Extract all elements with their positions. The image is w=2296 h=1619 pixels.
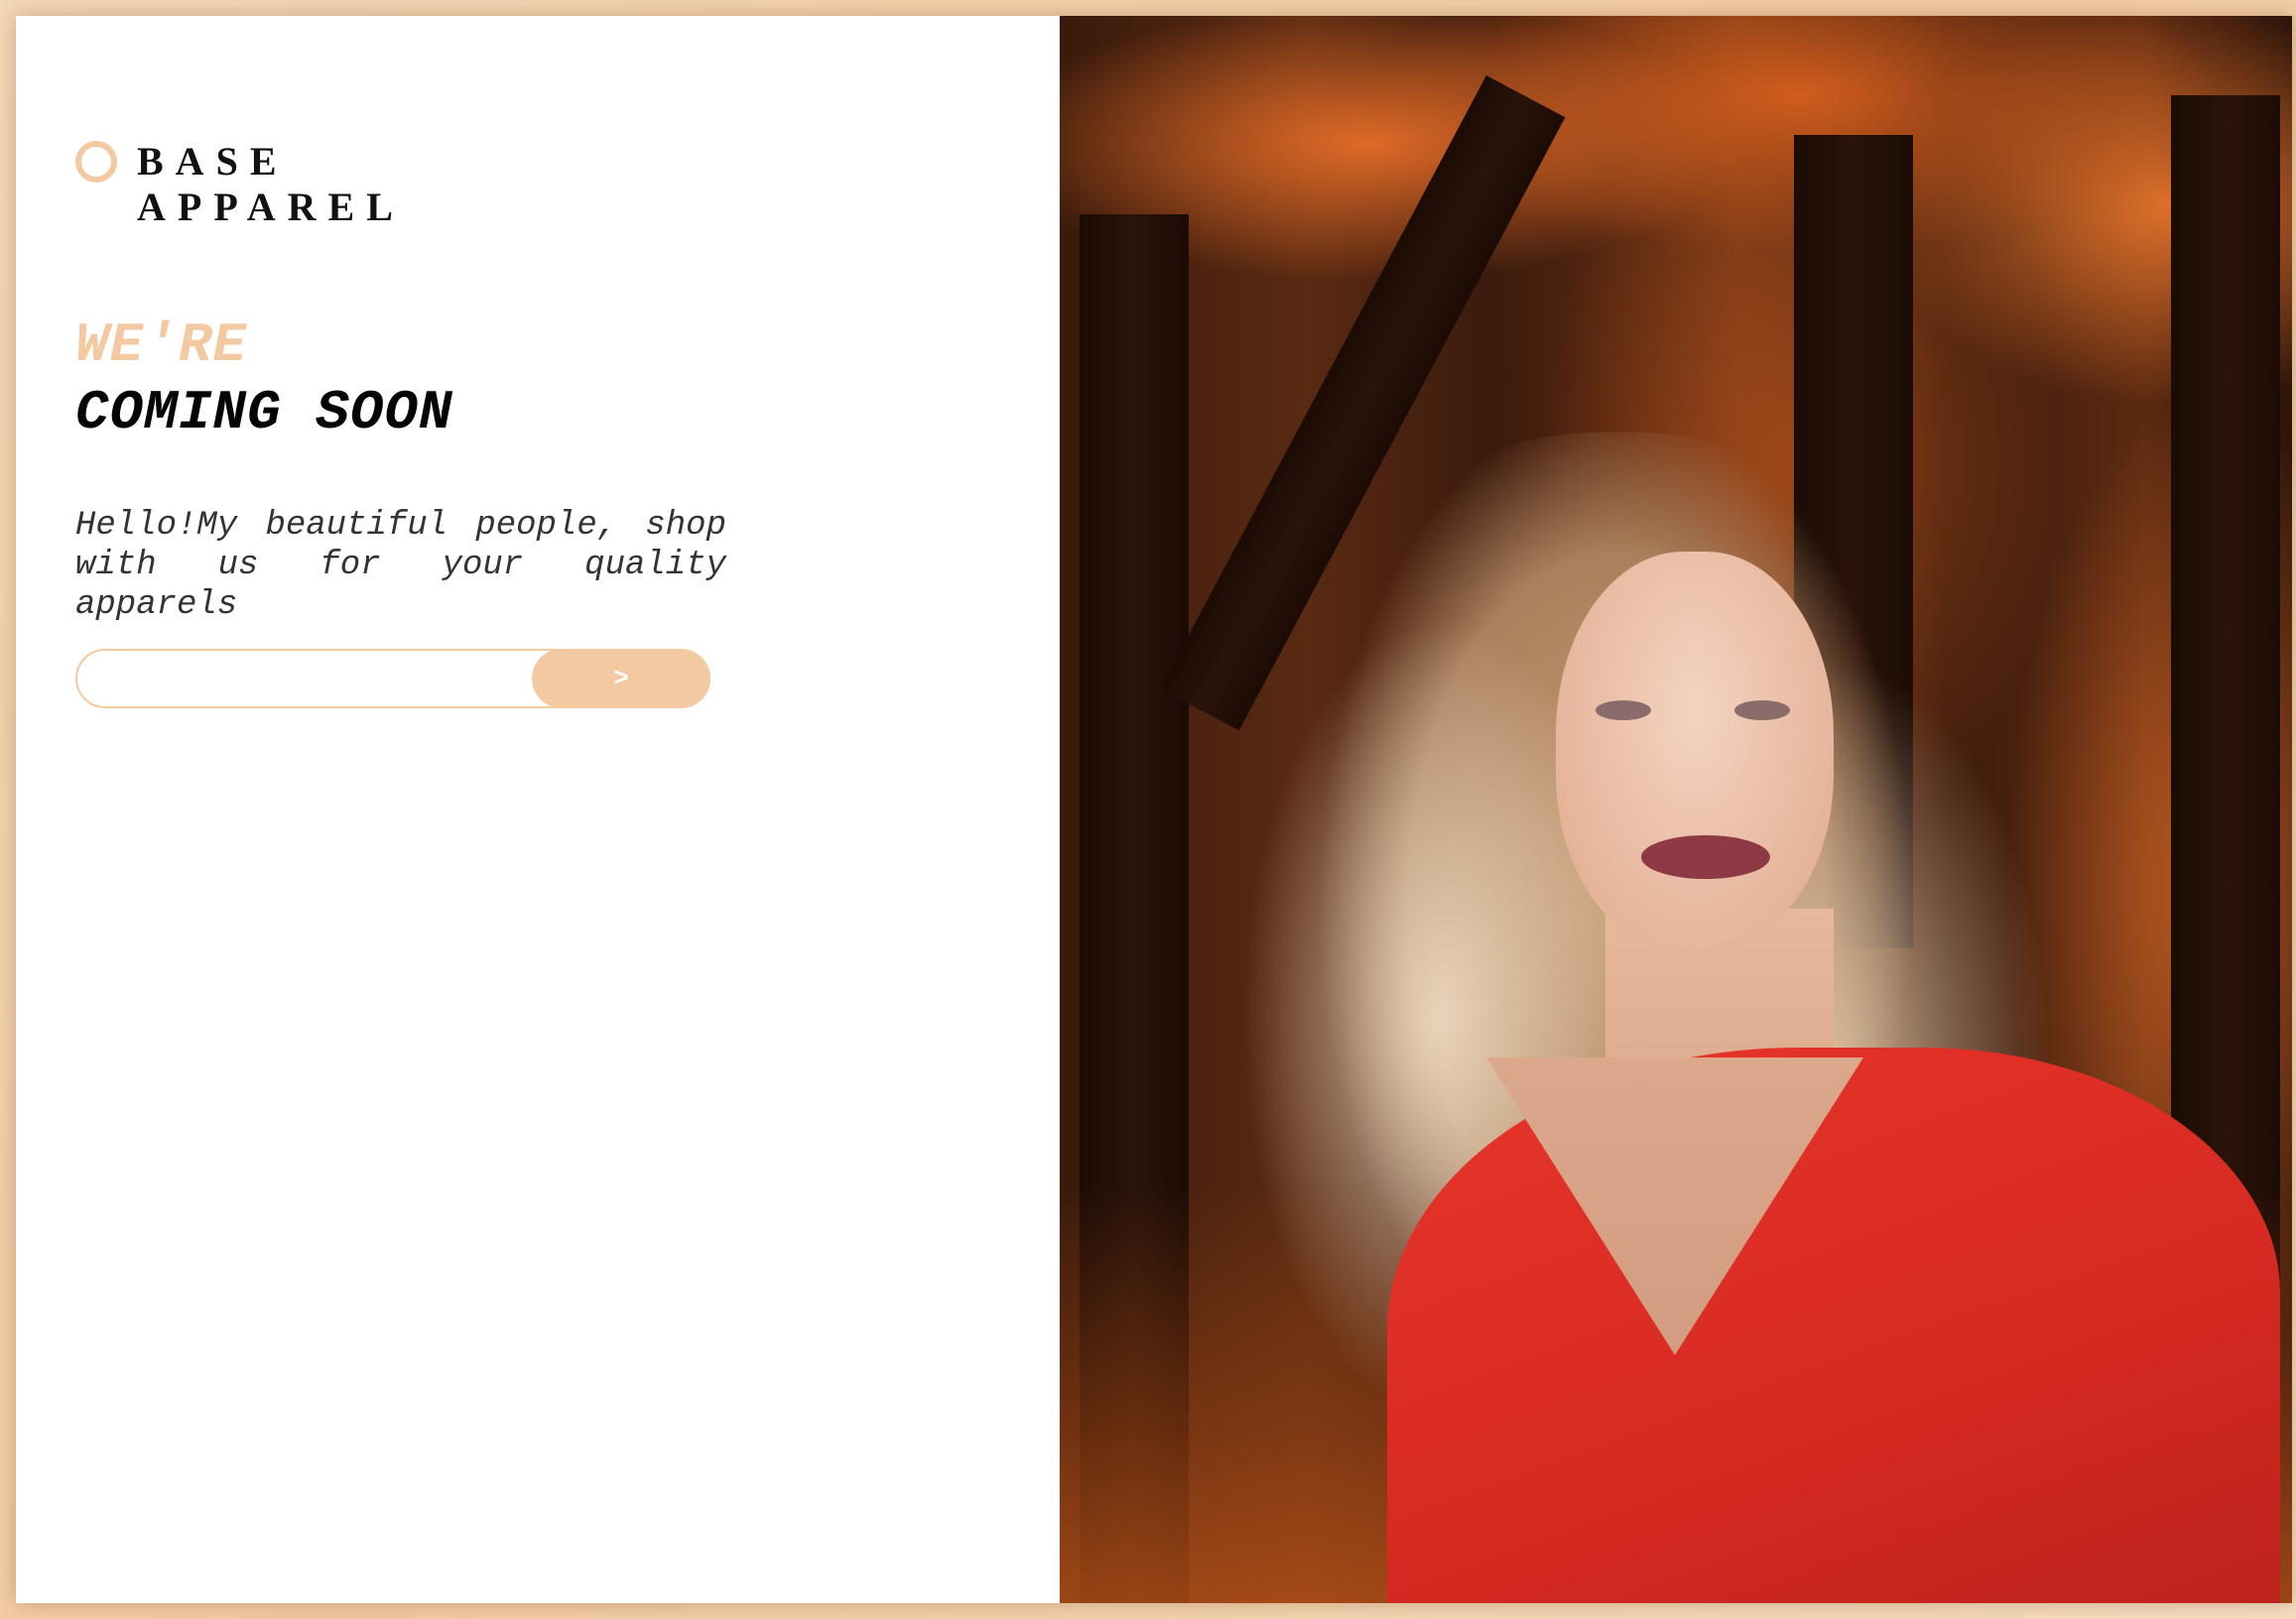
red-sweater (1387, 1048, 2280, 1603)
headline-coming-soon: COMING SOON (75, 381, 453, 444)
intro-text: Hello!My beautiful people, shop with us … (75, 507, 726, 624)
brand-name: BASE APPAREL (137, 139, 405, 230)
submit-button[interactable]: > (532, 649, 710, 708)
lips (1641, 835, 1770, 879)
brand-line-1: BASE (137, 139, 289, 184)
right-eye (1734, 700, 1790, 720)
brand-line-2: APPAREL (137, 185, 405, 229)
content-panel: BASE APPAREL WE'RE COMING SOON Hello!My … (16, 16, 1060, 1603)
coming-soon-card: BASE APPAREL WE'RE COMING SOON Hello!My … (16, 16, 2292, 1603)
subscribe-form: > (75, 649, 710, 708)
circle-outline-icon (75, 141, 117, 183)
left-eye (1595, 700, 1651, 720)
face (1556, 552, 1834, 948)
headline-were: WE'RE (75, 313, 248, 377)
hero-image (1060, 16, 2292, 1603)
